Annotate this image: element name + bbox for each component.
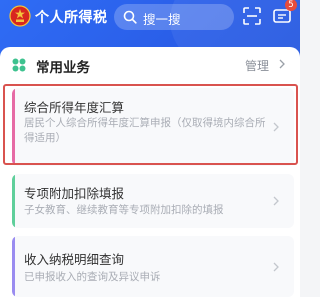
chevron-right-icon	[273, 196, 279, 206]
service-title: 综合所得年度汇算	[24, 100, 125, 115]
scan-icon[interactable]	[242, 6, 262, 26]
section-title: 常用业务	[36, 60, 90, 76]
service-card-annual-settlement[interactable]: 综合所得年度汇算 居民个人综合所得年度汇算申报（仅取得境内综合所得适用）	[12, 88, 294, 166]
search-bar[interactable]: 搜一搜	[114, 4, 234, 30]
service-title: 专项附加扣除填报	[24, 186, 125, 201]
card-accent	[12, 174, 15, 228]
service-title: 收入纳税明细查询	[24, 252, 125, 267]
card-accent	[12, 236, 15, 297]
app-title: 个人所得税	[35, 10, 108, 26]
service-card-special-deduction[interactable]: 专项附加扣除填报 子女教育、继续教育等专项附加扣除的填报	[12, 174, 294, 228]
manage-button[interactable]: 管理	[245, 57, 269, 74]
search-icon	[123, 10, 137, 24]
chevron-right-icon	[279, 59, 285, 69]
chevron-right-icon	[273, 262, 279, 272]
chevron-right-icon	[273, 122, 279, 132]
search-placeholder: 搜一搜	[143, 12, 181, 27]
grid-icon	[12, 58, 26, 72]
service-card-income-tax-query[interactable]: 收入纳税明细查询 已申报收入的查询及异议申诉	[12, 236, 294, 297]
service-description: 居民个人综合所得年度汇算申报（仅取得境内综合所得适用）	[24, 117, 266, 144]
services-panel: 常用业务 管理 综合所得年度汇算 居民个人综合所得年度汇算申报（仅取得境内综合所…	[0, 47, 300, 297]
service-description: 已申报收入的查询及异议申诉	[24, 271, 161, 283]
service-description: 子女教育、继续教育等专项附加扣除的填报	[24, 204, 224, 216]
card-accent	[12, 88, 15, 166]
national-emblem-icon	[9, 5, 31, 27]
